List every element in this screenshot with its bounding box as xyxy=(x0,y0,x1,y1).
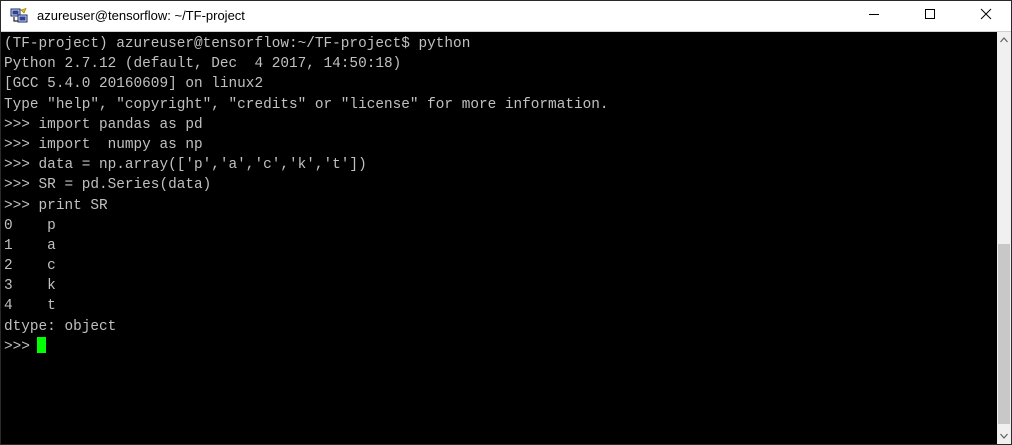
terminal-line: Type "help", "copyright", "credits" or "… xyxy=(4,96,609,113)
terminal-line: >>> import pandas as pd xyxy=(4,116,203,133)
terminal-prompt: >>> xyxy=(4,338,30,355)
terminal-line: 2 c xyxy=(4,258,56,275)
terminal-line: 1 a xyxy=(4,237,56,254)
terminal-output: (TF-project) azureuser@tensorflow:~/TF-p… xyxy=(4,34,609,357)
scroll-up-arrow-icon[interactable] xyxy=(997,32,1011,48)
terminal-line: >>> print SR xyxy=(4,197,108,214)
putty-app-icon[interactable] xyxy=(10,7,30,25)
terminal-line: [GCC 5.4.0 20160609] on linux2 xyxy=(4,76,264,93)
terminal-line: >>> SR = pd.Series(data) xyxy=(4,177,212,194)
terminal-line: (TF-project) azureuser@tensorflow:~/TF-p… xyxy=(4,36,471,52)
scrollbar-thumb[interactable] xyxy=(998,244,1010,424)
maximize-button[interactable] xyxy=(907,1,953,31)
title-bar[interactable]: azureuser@tensorflow: ~/TF-project xyxy=(1,1,1011,32)
terminal-window: azureuser@tensorflow: ~/TF-project (TF-p… xyxy=(0,0,1012,445)
terminal-console[interactable]: (TF-project) azureuser@tensorflow:~/TF-p… xyxy=(1,32,997,444)
scroll-down-arrow-icon[interactable] xyxy=(997,428,1011,444)
terminal-line: 4 t xyxy=(4,298,56,315)
terminal-line: Python 2.7.12 (default, Dec 4 2017, 14:5… xyxy=(4,56,402,73)
terminal-line: 3 k xyxy=(4,278,56,295)
terminal-line: dtype: object xyxy=(4,318,117,335)
window-title: azureuser@tensorflow: ~/TF-project xyxy=(37,8,245,23)
maximize-icon xyxy=(924,7,936,25)
terminal-prompt-line[interactable]: >>> xyxy=(4,336,609,357)
close-icon xyxy=(980,7,992,25)
minimize-button[interactable] xyxy=(851,1,897,31)
terminal-line: 0 p xyxy=(4,217,56,234)
minimize-icon xyxy=(868,7,880,25)
terminal-line: >>> import numpy as np xyxy=(4,136,203,153)
vertical-scrollbar[interactable] xyxy=(997,32,1011,444)
close-button[interactable] xyxy=(963,1,1009,31)
text-cursor xyxy=(36,336,46,353)
terminal-line: >>> data = np.array(['p','a','c','k','t'… xyxy=(4,157,367,174)
